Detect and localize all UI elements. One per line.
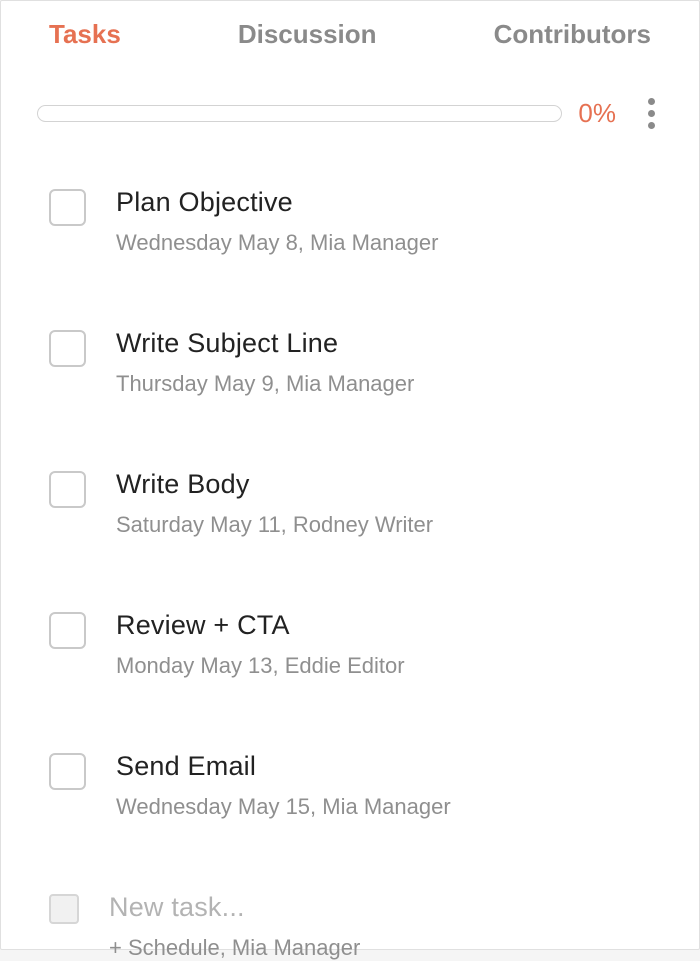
task-body: Write Subject Line Thursday May 9, Mia M… bbox=[116, 328, 699, 397]
task-row[interactable]: Review + CTA Monday May 13, Eddie Editor bbox=[49, 610, 699, 679]
progress-percent: 0% bbox=[578, 98, 616, 129]
task-title: Write Body bbox=[116, 469, 699, 500]
new-task-body: New task... + Schedule, Mia Manager bbox=[109, 892, 699, 961]
new-task-row[interactable]: New task... + Schedule, Mia Manager bbox=[49, 892, 699, 961]
task-title: Review + CTA bbox=[116, 610, 699, 641]
progress-row: 0% bbox=[1, 94, 699, 133]
task-checkbox[interactable] bbox=[49, 189, 86, 226]
tab-tasks[interactable]: Tasks bbox=[49, 19, 121, 50]
task-checkbox[interactable] bbox=[49, 330, 86, 367]
progress-bar bbox=[37, 105, 562, 122]
task-meta: Saturday May 11, Rodney Writer bbox=[116, 512, 699, 538]
task-meta: Thursday May 9, Mia Manager bbox=[116, 371, 699, 397]
new-task-placeholder[interactable]: New task... bbox=[109, 892, 699, 923]
task-body: Plan Objective Wednesday May 8, Mia Mana… bbox=[116, 187, 699, 256]
task-meta: Wednesday May 8, Mia Manager bbox=[116, 230, 699, 256]
task-meta: Monday May 13, Eddie Editor bbox=[116, 653, 699, 679]
task-body: Review + CTA Monday May 13, Eddie Editor bbox=[116, 610, 699, 679]
task-list: Plan Objective Wednesday May 8, Mia Mana… bbox=[1, 187, 699, 961]
task-title: Send Email bbox=[116, 751, 699, 782]
task-checkbox[interactable] bbox=[49, 612, 86, 649]
task-checkbox[interactable] bbox=[49, 753, 86, 790]
task-row[interactable]: Send Email Wednesday May 15, Mia Manager bbox=[49, 751, 699, 820]
tab-bar: Tasks Discussion Contributors bbox=[1, 19, 699, 50]
task-panel: Tasks Discussion Contributors 0% Plan Ob… bbox=[0, 0, 700, 950]
task-row[interactable]: Write Subject Line Thursday May 9, Mia M… bbox=[49, 328, 699, 397]
task-row[interactable]: Plan Objective Wednesday May 8, Mia Mana… bbox=[49, 187, 699, 256]
tab-discussion[interactable]: Discussion bbox=[238, 19, 377, 50]
tab-contributors[interactable]: Contributors bbox=[494, 19, 651, 50]
overflow-menu-icon[interactable] bbox=[640, 94, 663, 133]
task-row[interactable]: Write Body Saturday May 11, Rodney Write… bbox=[49, 469, 699, 538]
task-title: Write Subject Line bbox=[116, 328, 699, 359]
task-meta: Wednesday May 15, Mia Manager bbox=[116, 794, 699, 820]
new-task-meta: + Schedule, Mia Manager bbox=[109, 935, 699, 961]
task-checkbox[interactable] bbox=[49, 471, 86, 508]
task-title: Plan Objective bbox=[116, 187, 699, 218]
task-body: Write Body Saturday May 11, Rodney Write… bbox=[116, 469, 699, 538]
new-task-checkbox[interactable] bbox=[49, 894, 79, 924]
task-body: Send Email Wednesday May 15, Mia Manager bbox=[116, 751, 699, 820]
